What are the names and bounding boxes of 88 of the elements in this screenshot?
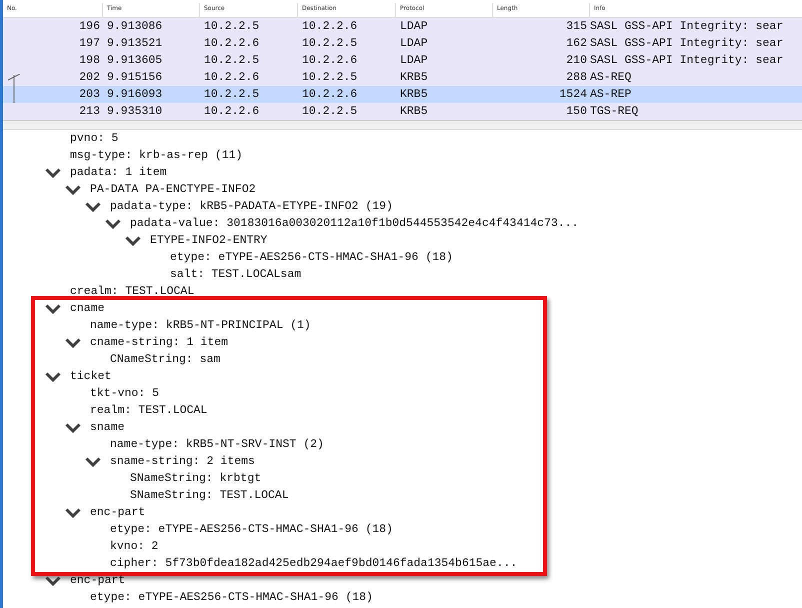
chevron-down-icon[interactable] — [45, 304, 61, 314]
table-cell: 10.2.2.6 — [302, 88, 358, 101]
tree-item-label[interactable]: tkt-vno: 5 — [90, 387, 160, 400]
tree-item-label[interactable]: crealm: TEST.LOCAL — [70, 285, 194, 298]
tree-item-label[interactable]: ETYPE-INFO2-ENTRY — [150, 234, 268, 247]
chevron-down-icon[interactable] — [65, 422, 81, 432]
chevron-down-icon[interactable] — [105, 218, 121, 228]
table-cell: 213 — [79, 105, 100, 118]
tree-item-label[interactable]: cname — [70, 302, 105, 315]
packet-row[interactable]: 198 9.913605 10.2.2.5 10.2.2.6 LDAP 210 SASL GSS-API Integrity: sear — [3, 52, 802, 69]
table-cell: SASL GSS-API Integrity: sear — [590, 37, 784, 50]
tree-item-label[interactable]: cipher: 5f73b0fdea182ad425edb294aef9bd0146fada1354b615ae... — [110, 557, 518, 570]
table-cell: 10.2.2.6 — [204, 37, 260, 50]
table-cell: KRB5 — [400, 105, 428, 118]
table-cell: 202 — [79, 71, 100, 84]
tree-item-label[interactable]: sname — [90, 421, 125, 434]
table-cell: KRB5 — [400, 88, 428, 101]
table-cell: 150 — [566, 105, 587, 118]
table-cell: 10.2.2.5 — [204, 88, 260, 101]
table-cell: 203 — [79, 88, 100, 101]
table-cell: 10.2.2.5 — [302, 105, 358, 118]
tree-item-label[interactable]: enc-part — [70, 574, 126, 587]
table-cell: 162 — [566, 37, 587, 50]
tree-item-label[interactable]: etype: eTYPE-AES256-CTS-HMAC-SHA1-96 (18) — [110, 523, 393, 536]
tree-item-label[interactable]: padata-type: kRB5-PADATA-ETYPE-INFO2 (19) — [110, 200, 393, 213]
tree-item-label[interactable]: PA-DATA PA-ENCTYPE-INFO2 — [90, 183, 256, 196]
table-cell: SASL GSS-API Integrity: sear — [590, 20, 784, 33]
chevron-down-icon[interactable] — [45, 168, 61, 178]
table-cell: 9.935310 — [107, 105, 162, 118]
tree-item-label[interactable]: ticket — [70, 370, 112, 383]
tree-item-label[interactable]: padata-value: 30183016a003020112a10f1b0d544553542e4c4f43414c73... — [130, 217, 579, 230]
tree-item-label[interactable]: name-type: kRB5-NT-SRV-INST (2) — [110, 438, 324, 451]
tree-item-label[interactable]: CNameString: sam — [110, 353, 220, 366]
tree-item-label[interactable]: realm: TEST.LOCAL — [90, 404, 208, 417]
table-cell: 288 — [566, 71, 587, 84]
chevron-down-icon[interactable] — [65, 508, 81, 518]
table-cell: 10.2.2.6 — [204, 105, 260, 118]
table-cell: LDAP — [400, 20, 428, 33]
packet-row[interactable]: 202 9.915156 10.2.2.6 10.2.2.5 KRB5 288 AS-REQ — [3, 69, 802, 86]
tree-item-label[interactable]: name-type: kRB5-NT-PRINCIPAL (1) — [90, 319, 311, 332]
table-cell: 196 — [79, 20, 100, 33]
table-cell: TGS-REQ — [590, 105, 638, 118]
table-cell: 9.916093 — [107, 88, 162, 101]
table-cell: 10.2.2.5 — [302, 71, 358, 84]
table-cell: AS-REQ — [590, 71, 632, 84]
chevron-down-icon[interactable] — [65, 184, 81, 194]
table-cell: 10.2.2.5 — [204, 54, 260, 67]
tree-item-label[interactable]: salt: TEST.LOCALsam — [170, 268, 302, 281]
table-cell: SASL GSS-API Integrity: sear — [590, 54, 784, 67]
table-cell: 197 — [79, 37, 100, 50]
tree-item-label[interactable]: padata: 1 item — [70, 166, 167, 179]
table-cell: 9.913605 — [107, 54, 162, 67]
tree-item-label[interactable]: enc-part — [90, 506, 146, 519]
tree-item-label[interactable]: etype: eTYPE-AES256-CTS-HMAC-SHA1-96 (18) — [170, 251, 453, 264]
table-cell: 10.2.2.6 — [204, 71, 260, 84]
table-cell: 315 — [566, 20, 587, 33]
packet-row[interactable]: 203 9.916093 10.2.2.5 10.2.2.6 KRB5 1524 AS-REP — [3, 86, 802, 103]
table-cell: 10.2.2.5 — [302, 37, 358, 50]
table-cell: KRB5 — [400, 71, 428, 84]
table-cell: 10.2.2.6 — [302, 20, 358, 33]
chevron-down-icon[interactable] — [85, 202, 101, 212]
table-cell: 1524 — [559, 88, 587, 101]
tree-item-label[interactable]: cname-string: 1 item — [90, 336, 228, 349]
tree-item-label[interactable]: etype: eTYPE-AES256-CTS-HMAC-SHA1-96 (18) — [90, 591, 373, 604]
tree-item-label[interactable]: msg-type: krb-as-rep (11) — [70, 149, 243, 162]
table-cell: 10.2.2.5 — [204, 20, 260, 33]
table-cell: 9.915156 — [107, 71, 162, 84]
table-cell: 9.913521 — [107, 37, 162, 50]
table-cell: AS-REP — [590, 88, 632, 101]
table-cell: LDAP — [400, 54, 428, 67]
table-cell: 10.2.2.6 — [302, 54, 358, 67]
chevron-down-icon[interactable] — [45, 576, 61, 586]
chevron-down-icon[interactable] — [45, 372, 61, 382]
table-cell: 210 — [566, 54, 587, 67]
packet-row[interactable]: 213 9.935310 10.2.2.6 10.2.2.5 KRB5 150 TGS-REQ — [3, 103, 802, 120]
tree-item-label[interactable]: SNameString: TEST.LOCAL — [130, 489, 289, 502]
table-cell: 198 — [79, 54, 100, 67]
chevron-down-icon[interactable] — [125, 236, 141, 246]
chevron-down-icon[interactable] — [85, 456, 101, 466]
tree-item-label[interactable]: kvno: 2 — [110, 540, 158, 553]
packet-row[interactable]: 197 9.913521 10.2.2.6 10.2.2.5 LDAP 162 SASL GSS-API Integrity: sear — [3, 35, 802, 52]
table-cell: 9.913086 — [107, 20, 162, 33]
tree-item-label[interactable]: sname-string: 2 items — [110, 455, 255, 468]
tree-item-label[interactable]: pvno: 5 — [70, 132, 118, 145]
table-cell: LDAP — [400, 37, 428, 50]
packet-row[interactable]: 196 9.913086 10.2.2.5 10.2.2.6 LDAP 315 SASL GSS-API Integrity: sear — [3, 18, 802, 35]
tree-item-label[interactable]: SNameString: krbtgt — [130, 472, 262, 485]
chevron-down-icon[interactable] — [65, 338, 81, 348]
